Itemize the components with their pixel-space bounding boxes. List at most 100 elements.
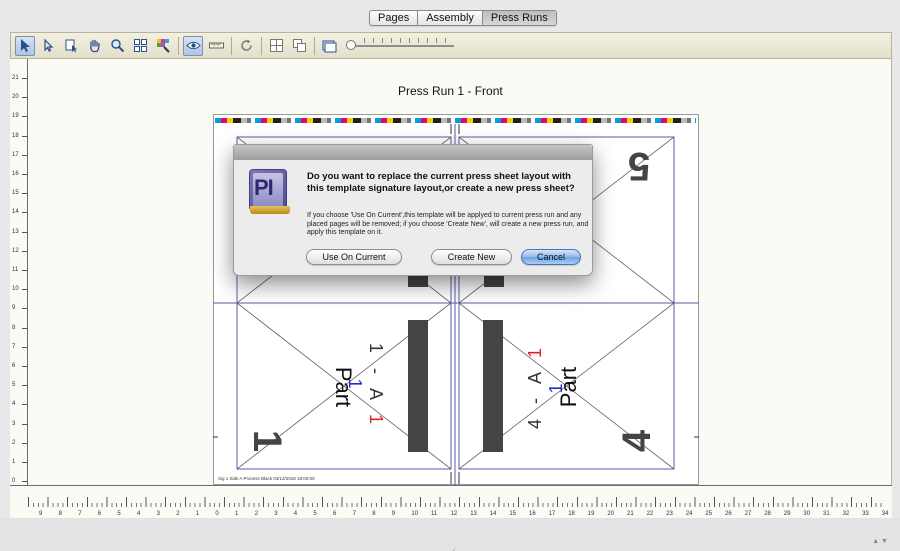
- dialog-titlebar: [234, 145, 592, 160]
- ruler-tick: [22, 250, 27, 252]
- ruler-label: 4: [137, 511, 141, 517]
- direct-select-icon[interactable]: [38, 36, 58, 56]
- ruler-tick: [22, 385, 27, 387]
- color-picker-icon[interactable]: [153, 36, 173, 56]
- code-digit: 1: [366, 342, 386, 358]
- ruler-tick: [22, 423, 27, 425]
- ruler-label: 6: [12, 363, 16, 369]
- zoom-slider-knob[interactable]: [346, 39, 356, 50]
- ruler-label: 6: [333, 511, 337, 517]
- ruler-label: 29: [783, 511, 791, 517]
- toolbar-separator: [314, 36, 315, 55]
- code-digit-blue: 1: [546, 378, 566, 394]
- layout-alt-icon[interactable]: [289, 36, 309, 56]
- ruler-tick: [22, 97, 27, 99]
- ruler-label: 16: [529, 511, 536, 517]
- select-arrow-icon[interactable]: [15, 35, 35, 56]
- replace-layout-dialog: PI Do you want to replace the current pr…: [233, 144, 593, 276]
- ruler-icon[interactable]: [206, 36, 226, 56]
- zoom-slider-ticks: [364, 37, 454, 43]
- scroll-arrows-icon[interactable]: ▲ ▼: [872, 538, 888, 545]
- ruler-label: 7: [352, 511, 356, 517]
- ruler-label: 7: [78, 511, 82, 517]
- ruler-tick: [22, 366, 27, 367]
- ruler-tick: [22, 212, 27, 214]
- horizontal-ruler: 9 8 7 6 5 4 3 2 1 0 1 2 3 4 5 6 7 8 9 10 11 12 13 14 15 16 17 18 19 2…: [10, 485, 892, 518]
- ruler-label: 9: [39, 511, 43, 517]
- ruler-tick: [22, 462, 27, 463]
- ruler-label: 0: [215, 511, 219, 517]
- ruler-label: 10: [12, 286, 19, 293]
- page-select-icon[interactable]: [61, 36, 81, 56]
- app-icon-base: [250, 206, 290, 214]
- ruler-label: 2: [254, 511, 258, 517]
- ruler-label: 12: [450, 511, 458, 517]
- ruler-label: 28: [764, 511, 771, 517]
- ruler-tick: [22, 116, 27, 118]
- ruler-tick: [22, 270, 27, 271]
- ruler-label: 17: [12, 151, 19, 158]
- ruler-label: 4: [293, 511, 298, 517]
- ruler-label: 23: [666, 511, 673, 517]
- code-dash: -: [525, 393, 545, 405]
- ruler-label: 26: [725, 511, 732, 517]
- ruler-label: 8: [58, 511, 62, 517]
- ruler-label: 9: [12, 305, 16, 312]
- ruler-label: 8: [372, 511, 376, 517]
- ruler-label: 1: [195, 511, 200, 517]
- ruler-label: 6: [97, 511, 102, 517]
- cancel-button[interactable]: Cancel: [521, 249, 581, 265]
- ruler-label: 31: [823, 511, 830, 517]
- ruler-tick: [22, 442, 27, 444]
- ruler-label: 13: [12, 228, 19, 235]
- code-dash: -: [366, 367, 386, 379]
- ruler-tick: [22, 135, 27, 137]
- ruler-label: 19: [12, 113, 19, 120]
- ruler-label: 5: [117, 511, 121, 517]
- ruler-label: 14: [489, 511, 497, 517]
- ruler-label: 20: [12, 94, 19, 101]
- hand-icon[interactable]: [84, 36, 104, 56]
- tab-pages[interactable]: Pages: [370, 11, 419, 25]
- ruler-label: 21: [627, 511, 634, 517]
- ruler-tick: [22, 193, 27, 195]
- zoom-slider[interactable]: [346, 37, 456, 55]
- ruler-label: 0: [12, 478, 16, 485]
- ruler-label: 18: [12, 132, 19, 139]
- zoom-icon[interactable]: [107, 36, 127, 56]
- layout-icon[interactable]: [266, 36, 286, 56]
- ruler-label: 30: [803, 511, 811, 517]
- grid-icon[interactable]: [130, 36, 150, 56]
- ruler-label: 10: [411, 511, 419, 517]
- ruler-label: 17: [548, 511, 556, 517]
- ruler-tick: [22, 481, 27, 483]
- resize-grip-icon[interactable]: ⌟: [452, 544, 455, 551]
- ruler-label: 15: [509, 511, 517, 517]
- page-number-4: 4: [615, 429, 660, 453]
- page-number-1: 1: [245, 429, 290, 453]
- tab-assembly[interactable]: Assembly: [418, 11, 483, 25]
- tab-press-runs[interactable]: Press Runs: [482, 11, 556, 25]
- ruler-label: 3: [12, 420, 16, 427]
- ruler-label: 18: [568, 511, 575, 517]
- eye-icon[interactable]: [183, 35, 203, 56]
- app-icon-text: PI: [254, 175, 274, 200]
- use-on-current-button[interactable]: Use On Current: [306, 249, 402, 265]
- ruler-tick: [22, 289, 27, 291]
- code-letter: A: [366, 388, 386, 405]
- create-new-button[interactable]: Create New: [431, 249, 512, 265]
- sheet-icon[interactable]: [319, 36, 339, 56]
- vertical-ruler: 21201918171615141312111098765432101: [10, 59, 28, 518]
- rotate-icon[interactable]: [236, 36, 256, 56]
- code-letter: A: [525, 367, 545, 384]
- ruler-label: 34: [881, 511, 889, 517]
- ruler-label: 11: [431, 511, 438, 517]
- ruler-label: 1: [12, 459, 16, 465]
- page-number-5: 5: [628, 144, 651, 188]
- ruler-label: 15: [12, 190, 19, 197]
- left-part-code: 1 - A 1 1: [345, 331, 386, 441]
- sheet-footnote: Sig 1 Side A Process Black 03/12/2018 18…: [218, 476, 315, 481]
- ruler-tick: [22, 404, 27, 406]
- ruler-label: 8: [12, 324, 16, 331]
- toolbar-separator: [231, 36, 232, 55]
